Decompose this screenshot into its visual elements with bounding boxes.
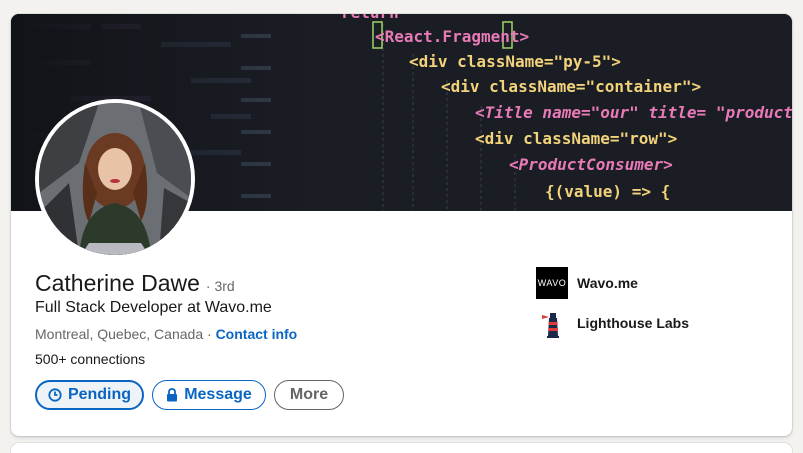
name-row: Catherine Dawe · 3rd bbox=[35, 270, 235, 297]
code-line-0: return bbox=[341, 14, 399, 22]
more-label: More bbox=[289, 386, 329, 403]
wavo-logo-text: WAVO bbox=[537, 278, 567, 288]
profile-photo bbox=[39, 103, 191, 255]
profile-name: Catherine Dawe bbox=[35, 270, 200, 296]
message-label: Message bbox=[184, 386, 252, 403]
code-line-5: <div className="row"> bbox=[475, 129, 677, 148]
more-button[interactable]: More bbox=[274, 380, 344, 410]
pending-button[interactable]: Pending bbox=[35, 380, 144, 410]
code-line-7: {(value) => { bbox=[545, 182, 670, 201]
pending-label: Pending bbox=[67, 386, 132, 403]
code-line-6: <ProductConsumer> bbox=[509, 155, 673, 174]
code-line-1: <React.Fragment> bbox=[375, 27, 529, 46]
org-name: Wavo.me bbox=[577, 275, 638, 291]
location-row: Montreal, Quebec, Canada · Contact info bbox=[35, 326, 297, 342]
profile-headline: Full Stack Developer at Wavo.me bbox=[35, 299, 272, 316]
clock-icon bbox=[48, 388, 62, 402]
message-button[interactable]: Message bbox=[152, 380, 266, 410]
org-item-lighthouse-labs[interactable]: Lighthouse Labs bbox=[536, 307, 689, 339]
next-card-edge bbox=[11, 443, 792, 453]
code-line-2: <div className="py-5"> bbox=[409, 52, 621, 71]
profile-location: Montreal, Quebec, Canada bbox=[35, 326, 204, 342]
wavo-logo: WAVO bbox=[536, 267, 568, 299]
code-line-4: <Title name="our" title= "product bbox=[475, 103, 792, 122]
org-name: Lighthouse Labs bbox=[577, 315, 689, 331]
lock-icon bbox=[167, 388, 178, 402]
org-item-wavo[interactable]: WAVO Wavo.me bbox=[536, 267, 638, 299]
contact-info-link[interactable]: Contact info bbox=[216, 326, 298, 342]
profile-card: return <React.Fragment> <div className="… bbox=[11, 14, 792, 436]
code-line-3: <div className="container"> bbox=[441, 77, 701, 96]
separator: · bbox=[203, 326, 216, 342]
connections-count[interactable]: 500+ connections bbox=[35, 351, 145, 367]
avatar[interactable] bbox=[35, 99, 195, 259]
lighthouse-logo bbox=[536, 307, 568, 339]
connection-degree: · 3rd bbox=[205, 278, 235, 294]
